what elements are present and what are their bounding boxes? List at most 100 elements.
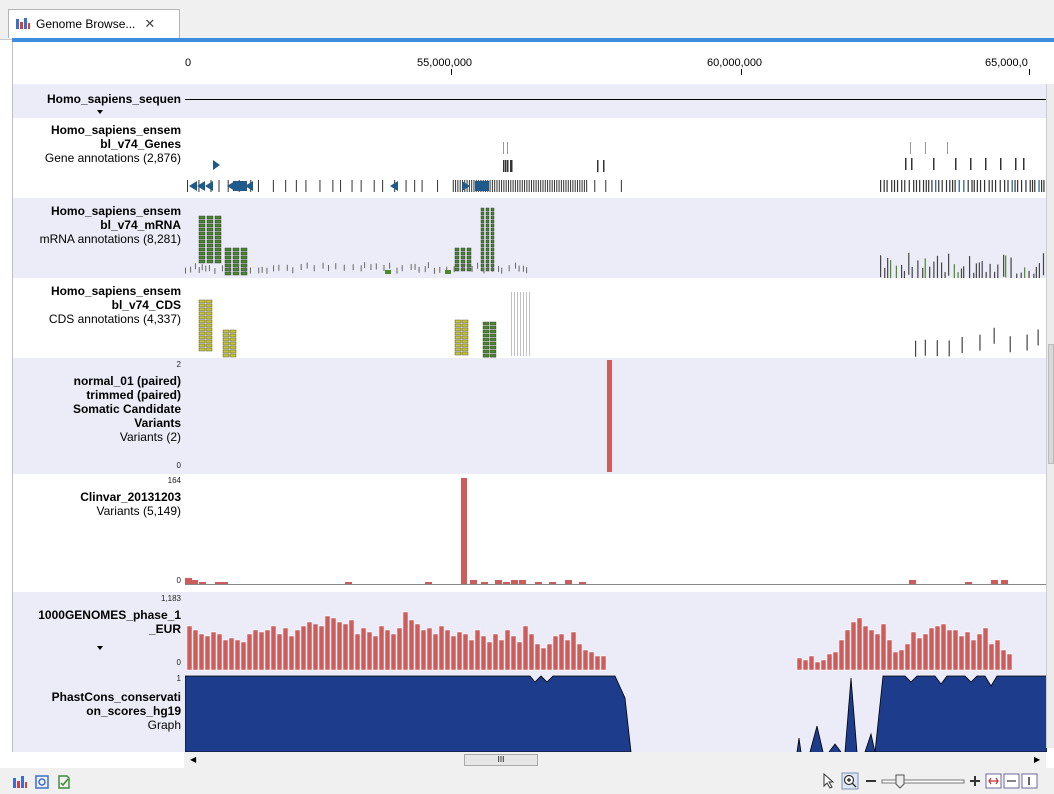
gene-mark xyxy=(991,180,993,192)
zoom-slider[interactable] xyxy=(881,774,965,789)
gene-mark xyxy=(437,180,439,192)
gene-mark xyxy=(951,180,954,192)
mrna-mark xyxy=(214,267,216,274)
mrna-mark xyxy=(224,255,232,260)
g1000-bar xyxy=(808,655,815,671)
close-icon[interactable]: ✕ xyxy=(144,16,155,32)
scroll-thumb[interactable] xyxy=(1048,344,1054,464)
scroll-thumb[interactable]: III xyxy=(464,754,538,766)
1000genomes-histogram xyxy=(186,611,1013,671)
mrna-mark xyxy=(989,263,991,278)
pointer-icon[interactable] xyxy=(823,772,835,789)
mrna-mark xyxy=(214,251,222,256)
mrna-mark xyxy=(198,227,206,232)
expand-icon[interactable] xyxy=(97,110,103,114)
track-cds[interactable]: Homo_sapiens_ensem bl_v74_CDS CDS annota… xyxy=(13,278,1047,358)
one-to-one-icon[interactable] xyxy=(1021,773,1038,789)
track-somatic-variants[interactable]: 2 normal_01 (paired) trimmed (paired) So… xyxy=(13,358,1047,474)
gene-mark xyxy=(332,180,334,192)
mrna-mark xyxy=(206,259,214,264)
horizontal-scrollbar[interactable]: ◀ III ▶ xyxy=(184,752,1046,768)
gene-arrow xyxy=(197,181,205,191)
gene-mark xyxy=(295,180,297,192)
gene-mark xyxy=(603,160,605,172)
g1000-bar xyxy=(258,631,265,671)
cds-mark xyxy=(198,303,206,308)
cds-mark xyxy=(198,343,206,348)
gene-mark xyxy=(233,181,247,191)
zoom-plus-icon[interactable] xyxy=(970,776,980,786)
mrna-mark xyxy=(485,259,490,264)
expand-icon[interactable] xyxy=(97,646,103,650)
g1000-bar xyxy=(300,625,307,671)
settings-icon[interactable] xyxy=(34,774,50,790)
clinvar-bar xyxy=(215,582,222,584)
g1000-bar xyxy=(240,641,247,671)
mrna-mark xyxy=(460,251,466,256)
mrna-mark xyxy=(466,255,472,260)
g1000-bar xyxy=(282,627,289,671)
mrna-mark xyxy=(198,239,206,244)
mrna-mark xyxy=(487,265,489,272)
track-1000genomes[interactable]: 1,183 1000GENOMES_phase_1 _EUR 0 xyxy=(13,592,1047,672)
cds-annotations xyxy=(198,292,1039,358)
gene-mark xyxy=(491,180,493,192)
mrna-mark xyxy=(480,243,485,248)
mrna-mark xyxy=(948,253,950,276)
mrna-mark xyxy=(208,265,210,272)
cds-mark xyxy=(222,333,230,338)
g1000-bar xyxy=(216,633,223,671)
g1000-bar xyxy=(378,625,385,671)
cds-mark xyxy=(229,345,237,350)
fit-icon[interactable] xyxy=(985,773,1002,789)
mrna-mark xyxy=(884,267,886,278)
tab-genome-browser[interactable]: Genome Browse... ✕ xyxy=(8,9,180,38)
gene-mark xyxy=(489,180,491,192)
mrna-mark xyxy=(328,265,330,272)
gene-mark xyxy=(1031,180,1034,192)
track-subtitle: Gene annotations (2,876) xyxy=(44,151,181,165)
mrna-mark xyxy=(383,264,385,271)
cds-mark xyxy=(454,343,462,348)
track-list-icon[interactable] xyxy=(12,774,28,790)
track-clinvar[interactable]: 164 Clinvar_20131203 Variants (5,149) 0 xyxy=(13,474,1047,592)
track-phastcons[interactable]: 1 PhastCons_conservati on_scores_hg19 Gr… xyxy=(13,672,1047,752)
clinvar-bar xyxy=(185,578,192,584)
fit-width-icon[interactable] xyxy=(1003,773,1020,789)
scroll-right-icon[interactable]: ▶ xyxy=(1034,755,1040,764)
zoom-in-icon[interactable] xyxy=(841,772,859,790)
genome-view[interactable]: 0 55,000,000 60,000,000 65,000,0 Homo_sa… xyxy=(12,42,1047,752)
track-subtitle: mRNA annotations (8,281) xyxy=(39,232,181,246)
history-icon[interactable] xyxy=(56,774,72,790)
mrna-mark xyxy=(424,266,426,273)
cds-mark xyxy=(948,340,950,357)
track-genes[interactable]: Homo_sapiens_ensem bl_v74_Genes Gene ann… xyxy=(13,118,1047,198)
g1000-bar xyxy=(892,651,899,671)
track-sequence[interactable]: Homo_sapiens_sequen xyxy=(13,84,1047,118)
mrna-mark xyxy=(418,266,420,273)
gene-mark xyxy=(494,180,496,192)
cds-mark xyxy=(205,319,213,324)
gene-mark xyxy=(319,180,321,192)
g1000-bar xyxy=(306,621,313,671)
g1000-bar xyxy=(504,629,511,671)
mrna-mark xyxy=(490,251,495,256)
gene-mark xyxy=(971,180,973,192)
cds-mark xyxy=(222,345,230,350)
track-subtitle: Variants (5,149) xyxy=(96,504,182,518)
mrna-mark xyxy=(201,264,203,271)
scroll-left-icon[interactable]: ◀ xyxy=(190,755,196,764)
mrna-mark xyxy=(1042,253,1045,276)
cds-mark xyxy=(198,307,206,312)
g1000-bar xyxy=(390,633,397,671)
cds-mark xyxy=(205,303,213,308)
mrna-mark xyxy=(514,262,516,269)
mrna-mark xyxy=(480,247,485,252)
clinvar-bar xyxy=(565,580,572,584)
mrna-mark xyxy=(480,251,485,256)
cds-mark xyxy=(454,339,462,344)
track-mrna[interactable]: Homo_sapiens_ensem bl_v74_mRNA mRNA anno… xyxy=(13,198,1047,278)
vertical-scrollbar[interactable] xyxy=(1046,84,1054,748)
track-name: _EUR xyxy=(148,622,181,636)
g1000-bar xyxy=(294,629,301,671)
